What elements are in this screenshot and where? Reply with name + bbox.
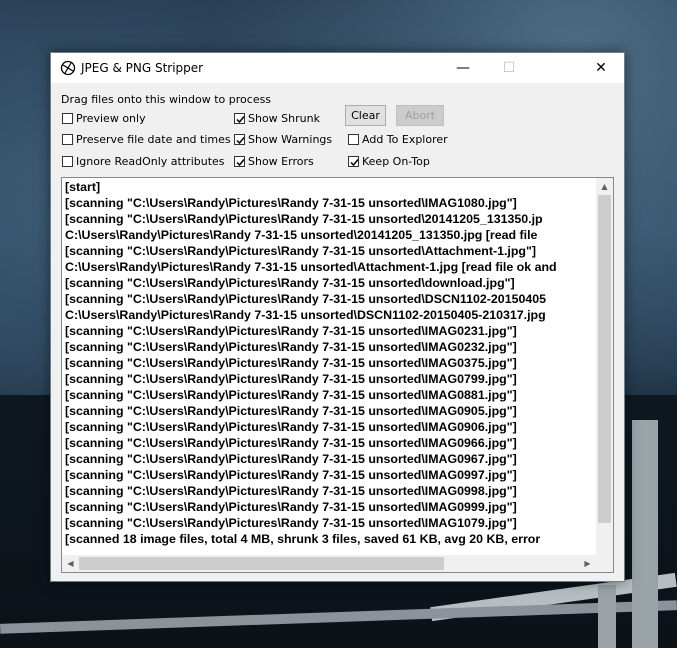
keep-on-top-label: Keep On-Top [362,155,430,168]
log-line: [scanning "C:\Users\Randy\Pictures\Randy… [65,500,517,514]
log-line: [scanning "C:\Users\Randy\Pictures\Randy… [65,324,517,338]
wallpaper-fence-post [598,585,616,648]
vertical-scroll-thumb[interactable] [598,195,611,523]
checkmark-icon [236,116,245,124]
clear-button[interactable]: Clear [345,105,386,126]
scroll-right-icon[interactable]: ▶ [579,555,596,572]
log-line: [scanning "C:\Users\Randy\Pictures\Randy… [65,356,517,370]
log-lines: [start] [scanning "C:\Users\Randy\Picture… [65,179,595,549]
minimize-button[interactable]: — [440,53,486,83]
log-line: [scanning "C:\Users\Randy\Pictures\Randy… [65,372,517,386]
ignore-readonly-checkbox[interactable] [62,156,73,167]
preserve-date-checkbox[interactable] [62,134,73,145]
log-line: [scanning "C:\Users\Randy\Pictures\Randy… [65,484,517,498]
log-line: [start] [65,180,101,194]
close-button[interactable]: ✕ [578,53,624,83]
show-errors-checkbox[interactable] [234,156,245,167]
log-line: C:\Users\Randy\Pictures\Randy 7-31-15 un… [65,260,557,274]
log-line: [scanning "C:\Users\Randy\Pictures\Randy… [65,340,517,354]
show-warnings-label: Show Warnings [248,133,333,146]
checkmark-icon [236,159,245,167]
vertical-scrollbar[interactable]: ▲ [596,178,613,555]
app-icon [60,60,76,76]
log-line: [scanning "C:\Users\Randy\Pictures\Randy… [65,452,517,466]
log-line: [scanning "C:\Users\Randy\Pictures\Randy… [65,244,536,258]
log-line: [scanning "C:\Users\Randy\Pictures\Randy… [65,404,517,418]
checkmark-icon [236,137,245,145]
log-line: [scanning "C:\Users\Randy\Pictures\Randy… [65,420,517,434]
show-shrunk-checkbox[interactable] [234,113,245,124]
log-line: C:\Users\Randy\Pictures\Randy 7-31-15 un… [65,228,538,242]
maximize-button[interactable]: ☐ [486,53,532,83]
preview-only-checkbox[interactable] [62,113,73,124]
log-line: [scanning "C:\Users\Randy\Pictures\Randy… [65,292,547,306]
window-title: JPEG & PNG Stripper [81,61,204,75]
log-line: [scanned 18 image files, total 4 MB, shr… [65,532,541,546]
show-shrunk-label: Show Shrunk [248,112,320,125]
log-line: [scanning "C:\Users\Randy\Pictures\Randy… [65,388,517,402]
log-line: [scanning "C:\Users\Randy\Pictures\Randy… [65,468,517,482]
abort-button[interactable]: Abort [396,105,444,126]
title-bar[interactable]: JPEG & PNG Stripper — ☐ ✕ [51,53,624,83]
scrollbar-corner [596,555,613,572]
drag-instructions: Drag files onto this window to process [61,93,272,106]
log-line: [scanning "C:\Users\Randy\Pictures\Randy… [65,516,517,530]
horizontal-scrollbar[interactable]: ◀ ▶ [62,555,596,572]
preview-only-label: Preview only [76,112,146,125]
wallpaper-fence-post [632,420,658,648]
checkmark-icon [350,159,359,167]
log-line: [scanning "C:\Users\Randy\Pictures\Randy… [65,436,517,450]
show-errors-label: Show Errors [248,155,314,168]
log-line: [scanning "C:\Users\Randy\Pictures\Randy… [65,212,543,226]
show-warnings-checkbox[interactable] [234,134,245,145]
keep-on-top-checkbox[interactable] [348,156,359,167]
log-output[interactable]: [start] [scanning "C:\Users\Randy\Picture… [61,177,614,573]
add-to-explorer-label: Add To Explorer [362,133,448,146]
preserve-date-label: Preserve file date and times [76,133,231,146]
log-line: [scanning "C:\Users\Randy\Pictures\Randy… [65,276,515,290]
log-line: C:\Users\Randy\Pictures\Randy 7-31-15 un… [65,308,546,322]
scroll-left-icon[interactable]: ◀ [62,555,79,572]
add-to-explorer-checkbox[interactable] [348,134,359,145]
log-line: [scanning "C:\Users\Randy\Pictures\Randy… [65,196,517,210]
app-window: JPEG & PNG Stripper — ☐ ✕ Drag files ont… [50,52,625,582]
scroll-up-icon[interactable]: ▲ [596,178,613,195]
horizontal-scroll-thumb[interactable] [79,557,444,570]
ignore-readonly-label: Ignore ReadOnly attributes [76,155,225,168]
